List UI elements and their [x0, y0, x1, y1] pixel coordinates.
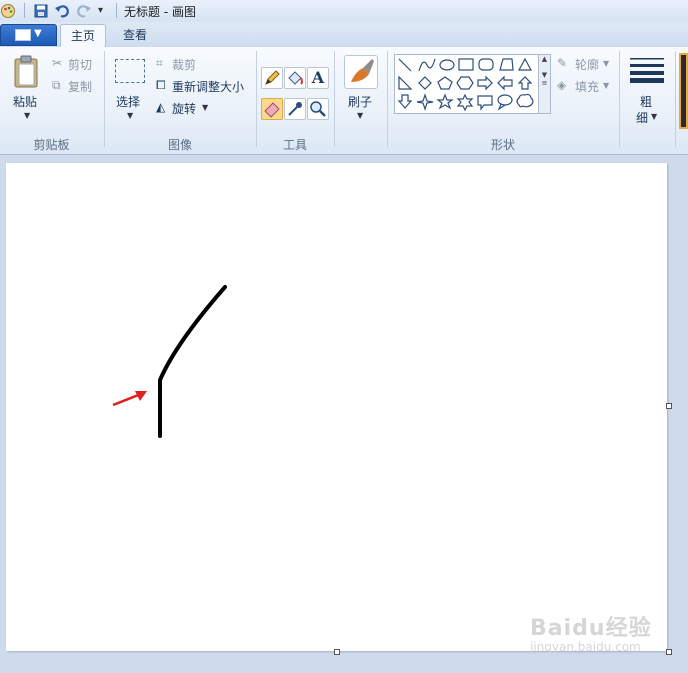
shape-diamond-icon: [418, 76, 432, 90]
shape-rounded-rect-icon: [478, 58, 494, 71]
fill-icon[interactable]: [284, 67, 306, 89]
size-label-top[interactable]: 粗: [640, 93, 652, 110]
outline-icon: ✎: [557, 56, 568, 70]
shape-polygon-icon: [499, 58, 514, 71]
undo-icon[interactable]: [54, 3, 70, 19]
shapes-gallery[interactable]: [394, 54, 540, 114]
group-divider: [104, 51, 105, 147]
watermark-url: jingyan.baidu.com: [530, 640, 641, 654]
crop-icon: ⌗: [156, 56, 163, 70]
canvas-drawing: [112, 285, 227, 438]
outline-button[interactable]: 轮廓: [575, 56, 599, 73]
pencil-icon[interactable]: [261, 67, 283, 89]
crop-button[interactable]: 裁剪: [172, 56, 196, 73]
group-label-image: 图像: [167, 138, 192, 152]
shape-line-icon: [398, 58, 412, 72]
copy-button[interactable]: 复制: [68, 78, 92, 95]
brushes-button[interactable]: 刷子: [348, 93, 372, 110]
select-button[interactable]: 选择: [116, 93, 140, 110]
watermark-brand: Baidu经验: [530, 616, 652, 641]
group-divider: [675, 51, 676, 147]
shape-arrow-up-icon: [517, 76, 533, 90]
paint-menu-button[interactable]: ▼: [0, 24, 57, 46]
group-divider: [256, 51, 257, 147]
shape-arrow-down-icon: [397, 94, 413, 109]
group-divider: [334, 51, 335, 147]
group-divider: [619, 51, 620, 147]
shape-arrow-left-icon: [497, 75, 513, 91]
paint-app-icon[interactable]: [0, 3, 16, 19]
resize-button[interactable]: 重新调整大小: [172, 78, 244, 95]
size-icon[interactable]: [630, 57, 664, 83]
color1-swatch[interactable]: [679, 53, 688, 129]
tab-home[interactable]: 主页: [60, 24, 106, 47]
group-label-tools: 工具: [282, 138, 307, 152]
ribbon: 粘贴 ▼ ✂ 剪切 ⧉ 复制 剪贴板 选择 ▼ ⌗ 裁剪 ⧠ 重新调整大小 ◭ …: [0, 47, 688, 155]
shape-pentagon-icon: [437, 76, 453, 90]
brushes-icon[interactable]: [344, 55, 378, 89]
canvas-resize-handle-bottom[interactable]: [334, 649, 340, 655]
outline-dropdown-icon[interactable]: ▼: [603, 59, 609, 68]
menu-icon: [15, 29, 31, 41]
color-picker-icon[interactable]: [284, 98, 306, 120]
shape-hexagon-icon: [456, 76, 474, 90]
fill-dropdown-icon[interactable]: ▼: [603, 81, 609, 90]
canvas-resize-handle-corner[interactable]: [666, 649, 672, 655]
magnifier-icon[interactable]: [307, 98, 329, 120]
select-dropdown-icon[interactable]: ▼: [127, 111, 133, 120]
group-label-shapes: 形状: [490, 138, 515, 152]
text-icon[interactable]: A: [307, 67, 329, 89]
save-icon[interactable]: [33, 3, 49, 19]
shape-triangle-icon: [517, 57, 533, 71]
shape-callout-rect-icon: [477, 95, 493, 111]
paste-icon[interactable]: [12, 55, 40, 89]
group-divider: [387, 51, 388, 147]
canvas-resize-handle-right[interactable]: [666, 403, 672, 409]
drawing-canvas[interactable]: [6, 163, 667, 651]
annotation-arrow: [112, 391, 147, 407]
fill-shape-button[interactable]: 填充: [575, 78, 599, 95]
drawn-stroke: [158, 285, 227, 438]
customize-quick-access-icon[interactable]: ▾: [98, 3, 114, 19]
size-label-bottom[interactable]: 细: [636, 109, 648, 126]
shape-star5-icon: [436, 93, 454, 110]
shape-callout-cloud-icon: [516, 93, 534, 108]
shapes-scrollbar[interactable]: ▲ ▼ ≡: [538, 54, 551, 114]
shape-rectangle-icon: [458, 58, 474, 71]
shape-right-triangle-icon: [398, 75, 413, 90]
shape-callout-oval-icon: [497, 94, 513, 111]
shape-star6-icon: [456, 93, 474, 112]
window-title: 无标题 - 画图: [124, 5, 196, 19]
shape-star4-icon: [416, 93, 434, 111]
fill-shape-icon: ◈: [557, 78, 567, 92]
title-bar: ▾ 无标题 - 画图: [0, 0, 688, 23]
rotate-icon: ◭: [156, 100, 166, 114]
shape-oval-icon: [439, 59, 455, 71]
shape-arrow-right-icon: [477, 75, 493, 91]
redo-icon[interactable]: [76, 3, 92, 19]
cut-button[interactable]: 剪切: [68, 56, 92, 73]
brushes-dropdown-icon[interactable]: ▼: [357, 111, 363, 120]
rotate-dropdown-icon[interactable]: ▼: [202, 103, 208, 112]
group-label-clipboard: 剪贴板: [33, 138, 70, 152]
size-dropdown-icon[interactable]: ▼: [651, 112, 657, 121]
shape-curve-icon: [418, 58, 436, 72]
cut-icon: ✂: [52, 56, 63, 70]
resize-icon: ⧠: [156, 78, 166, 92]
tab-view[interactable]: 查看: [113, 24, 157, 46]
paste-button[interactable]: 粘贴: [13, 93, 37, 110]
paste-dropdown-icon[interactable]: ▼: [24, 111, 30, 120]
ribbon-tab-row: ▼ 主页 查看: [0, 22, 688, 47]
select-icon[interactable]: [115, 59, 145, 83]
copy-icon: ⧉: [52, 78, 61, 92]
chevron-down-icon: ▼: [34, 28, 42, 39]
rotate-button[interactable]: 旋转: [172, 100, 196, 117]
eraser-icon[interactable]: [261, 98, 283, 120]
